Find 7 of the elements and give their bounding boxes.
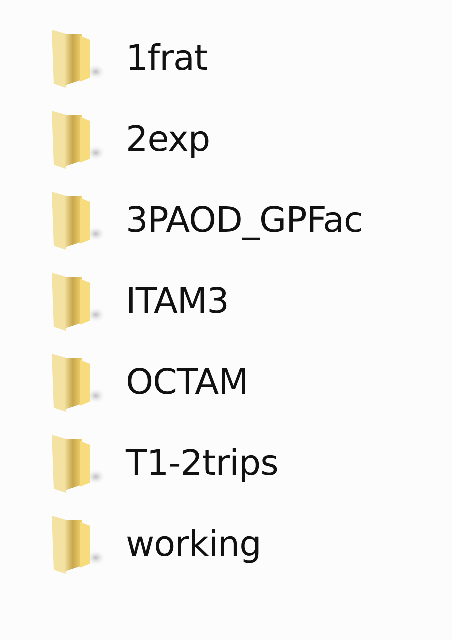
folder-name[interactable]: OCTAM — [126, 362, 248, 402]
folder-name[interactable]: working — [126, 524, 262, 564]
folder-name[interactable]: ITAM3 — [126, 282, 229, 322]
folder-name[interactable]: 2exp — [126, 120, 210, 160]
folder-name[interactable]: T1-2trips — [126, 444, 278, 484]
folder-name[interactable]: 3PAOD_GPFac — [126, 200, 363, 240]
folder-name[interactable]: 1frat — [126, 38, 208, 78]
